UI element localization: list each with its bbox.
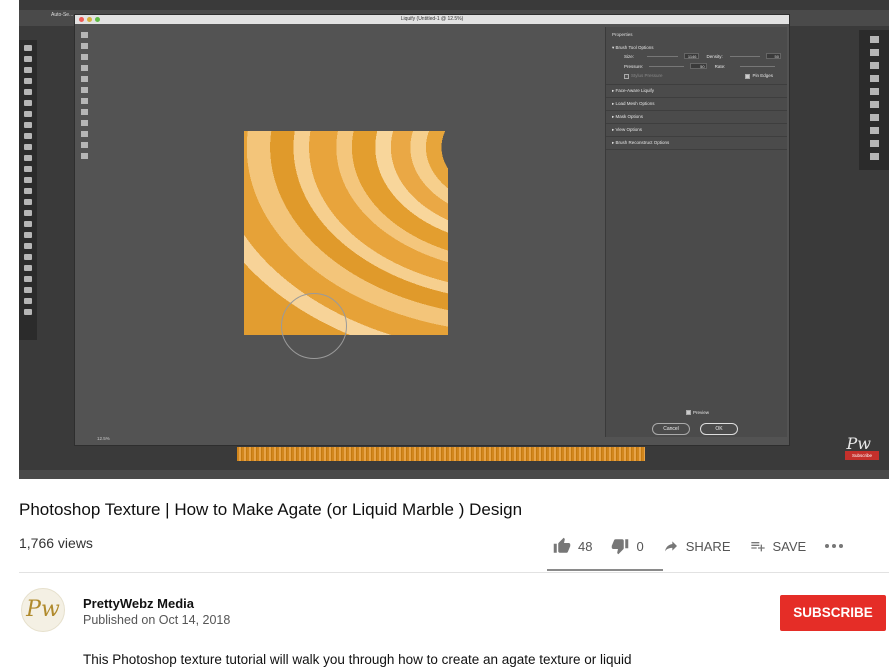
photoshop-status-bar [19, 470, 889, 479]
ok-button[interactable]: OK [700, 423, 738, 435]
liquify-toolbar [77, 27, 91, 197]
save-button[interactable]: SAVE [749, 538, 807, 554]
section-face-aware[interactable]: ▸ Face-Aware Liquify [606, 85, 787, 98]
dislike-count: 0 [636, 538, 644, 554]
cancel-button[interactable]: Cancel [652, 423, 690, 435]
dislike-button[interactable]: 0 [610, 537, 644, 555]
stylus-pressure-label: Stylus Pressure [631, 73, 663, 79]
wood-texture-strip [237, 447, 645, 461]
save-label: SAVE [772, 538, 807, 554]
like-button[interactable]: 48 [552, 537, 592, 555]
rate-slider[interactable] [739, 65, 776, 67]
density-label: Density: [706, 53, 723, 59]
thumbs-up-icon [553, 537, 571, 553]
photoshop-toolbar [19, 40, 37, 340]
pressure-slider[interactable] [649, 65, 685, 67]
video-player[interactable]: Auto-Se... Liquify (Untitled-1 @ 12.5%) … [19, 0, 889, 479]
like-count: 48 [578, 538, 593, 554]
brush-tool-options-label: Brush Tool Options [615, 45, 654, 50]
share-label: SHARE [685, 538, 731, 554]
more-actions-button[interactable] [824, 543, 850, 549]
video-title: Photoshop Texture | How to Make Agate (o… [19, 500, 523, 519]
share-icon [664, 541, 677, 552]
stylus-pressure-checkbox[interactable]: Stylus Pressure [624, 73, 663, 79]
section-label: Face-Aware Liquify [615, 88, 654, 93]
channel-name[interactable]: PrettyWebz Media [83, 596, 194, 611]
close-dot-icon [79, 17, 84, 22]
subscribe-button[interactable]: SUBSCRIBE [780, 595, 886, 631]
zoom-dot-icon [95, 17, 100, 22]
section-label: View Options [615, 127, 642, 132]
section-label: Mask Options [615, 114, 644, 119]
rate-label: Rate: [714, 63, 726, 69]
section-label: Load Mesh Options [615, 101, 655, 106]
size-field[interactable]: 1146 [683, 53, 699, 59]
publish-date: Published on Oct 14, 2018 [83, 613, 231, 627]
subscribe-watermark[interactable]: Subscribe [845, 451, 879, 460]
size-slider[interactable] [647, 55, 678, 57]
photoshop-panel-icons [859, 30, 889, 170]
section-brush-reconstruct[interactable]: ▸ Brush Reconstruct Options [606, 137, 787, 150]
preview-checkbox[interactable]: Preview [686, 410, 710, 416]
sentiment-bar [547, 569, 663, 571]
playlist-add-icon [750, 542, 765, 552]
channel-avatar[interactable]: Pw [21, 588, 65, 632]
video-description: This Photoshop texture tutorial will wal… [83, 652, 632, 667]
properties-panel: Properties ▾ Brush Tool Options Size: 11… [605, 27, 787, 437]
brush-tool-options: ▾ Brush Tool Options Size: 1146 Density:… [606, 42, 787, 85]
video-actions: 48 0 SHARE SAVE [552, 536, 868, 556]
share-button[interactable]: SHARE [662, 538, 731, 554]
minimize-dot-icon [87, 17, 92, 22]
agate-texture-canvas [244, 131, 448, 335]
liquify-dialog: Liquify (Untitled-1 @ 12.5%) Properties … [74, 14, 790, 446]
section-load-mesh[interactable]: ▸ Load Mesh Options [606, 98, 787, 111]
more-horizontal-icon [825, 544, 844, 548]
brush-cursor [281, 293, 347, 359]
divider [19, 572, 889, 573]
density-field[interactable]: 50 [766, 53, 781, 59]
liquify-title: Liquify (Untitled-1 @ 12.5%) [75, 15, 789, 24]
pin-edges-checkbox[interactable]: Pin Edges [745, 73, 773, 79]
section-label: Brush Reconstruct Options [615, 140, 670, 145]
pressure-field[interactable]: 50 [690, 63, 707, 69]
density-slider[interactable] [729, 55, 761, 57]
section-view-options[interactable]: ▸ View Options [606, 124, 787, 137]
properties-header: Properties [612, 32, 633, 37]
preview-label: Preview [693, 410, 710, 415]
view-count: 1,766 views [19, 535, 93, 551]
size-label: Size: [624, 53, 635, 59]
section-mask-options[interactable]: ▸ Mask Options [606, 111, 787, 124]
thumbs-down-icon [612, 539, 629, 555]
pressure-label: Pressure: [624, 63, 644, 69]
zoom-level: 12.5% [97, 436, 110, 441]
pin-edges-label: Pin Edges [752, 73, 773, 79]
options-bar-text: Auto-Se... [51, 12, 74, 18]
